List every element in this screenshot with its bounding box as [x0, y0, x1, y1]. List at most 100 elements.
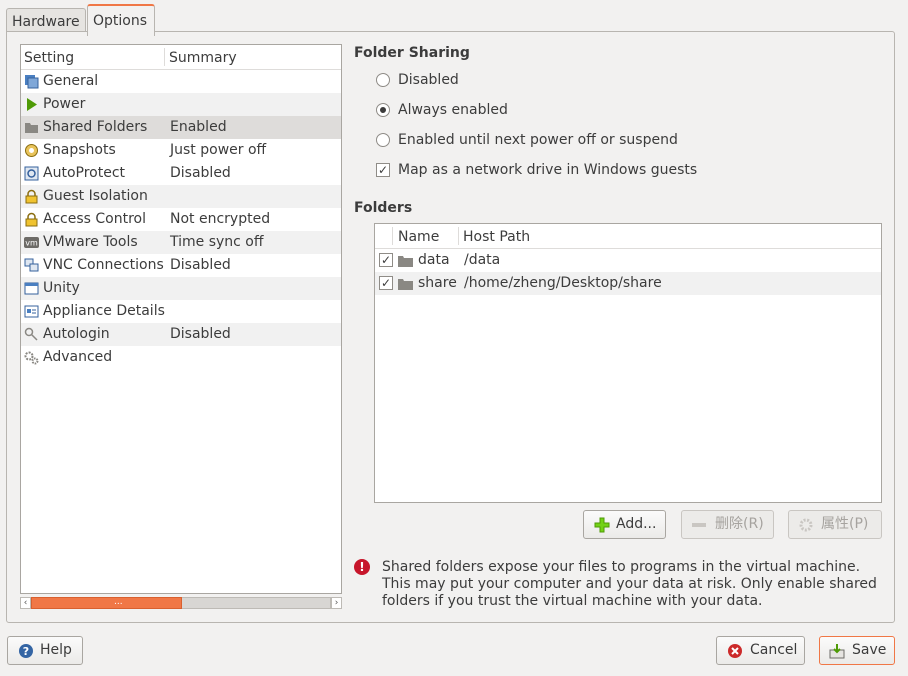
save-button-label: Save — [852, 642, 887, 658]
scroll-right-arrow-icon[interactable]: › — [331, 597, 342, 609]
folder-icon — [25, 123, 38, 133]
settings-row-summary: Not encrypted — [170, 211, 271, 227]
column-separator — [392, 227, 393, 245]
unity-window-icon — [24, 282, 39, 295]
folder-row-data[interactable]: ✓ data /data — [375, 249, 881, 272]
settings-row-label: Advanced — [43, 349, 113, 365]
appliance-icon — [24, 305, 39, 318]
settings-row-appliance-details[interactable]: Appliance Details — [21, 300, 341, 323]
folder-name: share — [418, 275, 457, 291]
settings-row-general[interactable]: General — [21, 70, 341, 93]
cancel-button[interactable]: Cancel — [716, 636, 805, 665]
vm-icon: vm — [24, 237, 39, 248]
autoprotect-icon — [24, 166, 39, 181]
settings-row-label: Autologin — [43, 326, 110, 342]
folder-row-share[interactable]: ✓ share /home/zheng/Desktop/share — [375, 272, 881, 295]
settings-list-scrollbar[interactable]: ‹ ... › — [20, 596, 342, 611]
folders-table: Name Host Path ✓ data /data ✓ share /hom… — [374, 223, 882, 503]
folder-host-path: /data — [464, 252, 501, 268]
folder-enabled-checkbox[interactable]: ✓ — [379, 276, 393, 290]
lock-icon — [25, 189, 38, 204]
settings-row-unity[interactable]: Unity — [21, 277, 341, 300]
settings-row-label: General — [43, 73, 99, 89]
checkbox[interactable]: ✓ — [376, 163, 390, 177]
radio-label: Disabled — [398, 72, 459, 88]
folder-enabled-checkbox[interactable]: ✓ — [379, 253, 393, 267]
radio-button[interactable] — [376, 73, 390, 87]
radio-label: Enabled until next power off or suspend — [398, 132, 678, 148]
save-icon — [829, 644, 845, 659]
svg-text:vm: vm — [25, 239, 38, 248]
settings-row-summary: Just power off — [170, 142, 267, 158]
settings-row-autologin[interactable]: Autologin Disabled — [21, 323, 341, 346]
settings-row-label: Appliance Details — [43, 303, 165, 319]
settings-row-advanced[interactable]: Advanced — [21, 346, 341, 369]
column-separator — [458, 227, 459, 245]
settings-row-summary: Disabled — [170, 326, 231, 342]
folder-icon — [398, 279, 413, 290]
folder-sharing-heading: Folder Sharing — [354, 45, 470, 61]
key-icon — [24, 327, 38, 341]
plus-icon — [594, 517, 610, 533]
settings-row-label: Power — [43, 96, 86, 112]
cancel-icon — [728, 644, 742, 658]
settings-row-label: AutoProtect — [43, 165, 126, 181]
radio-button[interactable] — [376, 103, 390, 117]
cancel-button-label: Cancel — [750, 642, 798, 658]
help-button[interactable]: ? Help — [7, 636, 83, 665]
remove-button-label: 删除(R) — [715, 516, 764, 532]
settings-list: Setting Summary General Power Shared Fol… — [20, 44, 342, 594]
settings-row-guest-isolation[interactable]: Guest Isolation — [21, 185, 341, 208]
radio-button[interactable] — [376, 133, 390, 147]
settings-row-label: Guest Isolation — [43, 188, 148, 204]
power-play-icon — [27, 98, 37, 111]
lock-icon — [25, 212, 38, 227]
add-button-label: Add... — [616, 516, 657, 532]
scroll-left-arrow-icon[interactable]: ‹ — [20, 597, 31, 609]
settings-row-label: VNC Connections — [43, 257, 164, 273]
scrollbar-thumb[interactable]: ... — [31, 597, 182, 609]
settings-row-summary: Enabled — [170, 119, 227, 135]
folder-properties-button[interactable]: 属性(P) — [788, 510, 882, 539]
column-header-host-path[interactable]: Host Path — [463, 229, 530, 245]
svg-text:?: ? — [23, 645, 29, 658]
settings-row-snapshots[interactable]: Snapshots Just power off — [21, 139, 341, 162]
settings-row-autoprotect[interactable]: AutoProtect Disabled — [21, 162, 341, 185]
column-separator — [164, 48, 165, 66]
folders-heading: Folders — [354, 200, 413, 216]
general-icon — [25, 75, 39, 89]
gears-icon — [24, 351, 39, 365]
settings-list-header: Setting Summary — [21, 45, 341, 70]
add-folder-button[interactable]: Add... — [583, 510, 666, 539]
folder-host-path: /home/zheng/Desktop/share — [464, 275, 662, 291]
settings-row-label: Access Control — [43, 211, 146, 227]
settings-row-shared-folders[interactable]: Shared Folders Enabled — [21, 116, 341, 139]
snapshot-icon — [25, 144, 38, 157]
settings-row-label: Unity — [43, 280, 80, 296]
checkbox-label: Map as a network drive in Windows guests — [398, 162, 698, 178]
minus-icon — [692, 523, 706, 527]
help-icon: ? — [19, 644, 33, 658]
settings-row-power[interactable]: Power — [21, 93, 341, 116]
save-button[interactable]: Save — [819, 636, 895, 665]
column-header-setting[interactable]: Setting — [24, 50, 74, 66]
remove-folder-button[interactable]: 删除(R) — [681, 510, 774, 539]
properties-button-label: 属性(P) — [821, 516, 869, 532]
tab-options[interactable]: Options — [87, 4, 155, 36]
folder-icon — [398, 256, 413, 267]
folder-name: data — [418, 252, 450, 268]
column-header-summary[interactable]: Summary — [169, 50, 237, 66]
column-header-name[interactable]: Name — [398, 229, 439, 245]
settings-row-summary: Disabled — [170, 257, 231, 273]
gear-icon — [799, 518, 813, 532]
settings-row-access-control[interactable]: Access Control Not encrypted — [21, 208, 341, 231]
settings-row-vnc-connections[interactable]: VNC Connections Disabled — [21, 254, 341, 277]
warning-icon: ! — [354, 559, 370, 575]
settings-row-vmware-tools[interactable]: vm VMware Tools Time sync off — [21, 231, 341, 254]
radio-label: Always enabled — [398, 102, 508, 118]
help-button-label: Help — [40, 642, 72, 658]
warning-text: Shared folders expose your files to prog… — [382, 559, 877, 609]
settings-row-label: Shared Folders — [43, 119, 148, 135]
folders-table-header: Name Host Path — [375, 224, 881, 249]
settings-row-summary: Time sync off — [170, 234, 264, 250]
